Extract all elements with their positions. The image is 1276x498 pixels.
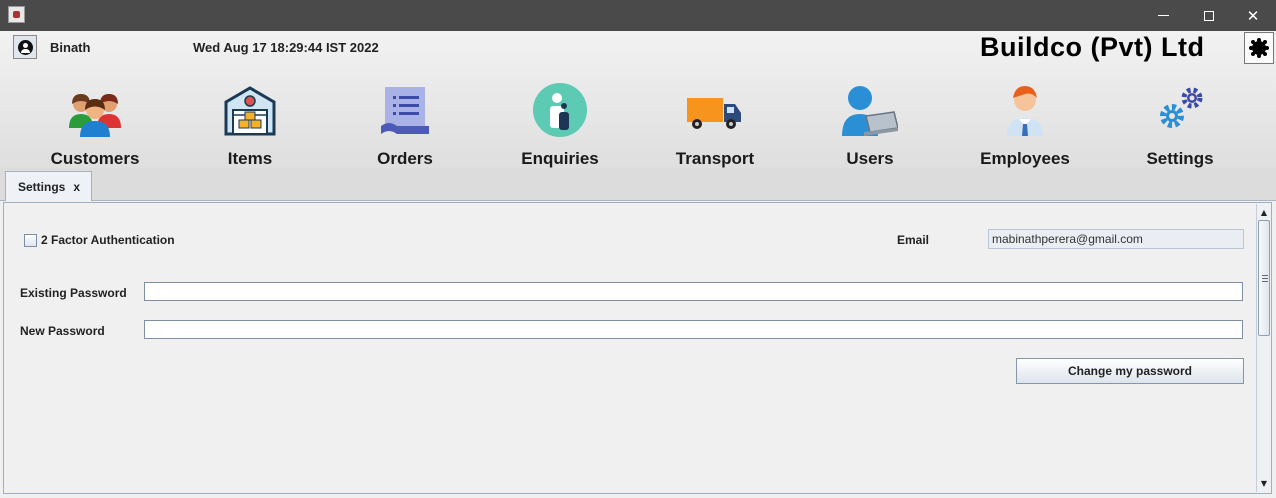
scroll-thumb[interactable] xyxy=(1258,220,1270,336)
two-factor-label: 2 Factor Authentication xyxy=(41,233,175,247)
tab-settings[interactable]: Settings x xyxy=(5,171,92,201)
nav-label: Settings xyxy=(1146,149,1214,168)
existing-password-field[interactable] xyxy=(144,282,1243,301)
nav-transport[interactable]: Transport xyxy=(640,31,790,171)
nav-settings[interactable]: Settings xyxy=(1105,31,1255,171)
tab-close-button[interactable]: x xyxy=(73,180,80,194)
tab-label: Settings xyxy=(18,179,66,194)
close-window-button[interactable]: ✕ xyxy=(1230,0,1276,31)
minimize-icon xyxy=(1157,15,1169,16)
window-titlebar: ✕ xyxy=(0,0,1276,31)
nav-label: Employees xyxy=(980,149,1070,168)
nav-employees[interactable]: Employees xyxy=(950,31,1100,171)
orders-document-icon xyxy=(381,87,429,134)
new-password-field[interactable] xyxy=(144,320,1243,339)
info-icon xyxy=(533,83,587,137)
truck-icon xyxy=(687,98,741,129)
nav-label: Users xyxy=(846,149,894,168)
maximize-button[interactable] xyxy=(1186,0,1232,31)
app-icon xyxy=(8,6,25,23)
user-laptop-icon xyxy=(842,86,898,136)
nav-label: Customers xyxy=(50,149,140,168)
gears-icon xyxy=(1160,87,1203,128)
vertical-scrollbar[interactable]: ▲ ▼ xyxy=(1256,204,1271,492)
nav-label: Enquiries xyxy=(521,149,599,168)
nav-label: Items xyxy=(227,149,273,168)
employee-icon xyxy=(1007,86,1043,136)
close-icon: ✕ xyxy=(1246,6,1260,25)
nav-orders[interactable]: Orders xyxy=(330,31,480,171)
email-field: mabinathperera@gmail.com xyxy=(988,229,1244,249)
two-factor-checkbox[interactable] xyxy=(24,234,37,247)
minimize-button[interactable] xyxy=(1140,0,1186,31)
app-header: Binath Wed Aug 17 18:29:44 IST 2022 Buil… xyxy=(0,31,1276,171)
warehouse-icon xyxy=(224,86,276,136)
nav-label: Orders xyxy=(377,149,433,168)
nav-customers[interactable]: Customers xyxy=(20,31,170,171)
maximize-icon xyxy=(1204,10,1214,21)
nav-enquiries[interactable]: Enquiries xyxy=(485,31,635,171)
nav-users[interactable]: Users xyxy=(795,31,945,171)
scroll-down-arrow-icon[interactable]: ▼ xyxy=(1257,476,1271,490)
settings-panel: 2 Factor Authentication Email mabinathpe… xyxy=(3,202,1272,494)
tab-strip: Settings x xyxy=(0,168,1276,201)
new-password-label: New Password xyxy=(20,324,105,338)
existing-password-label: Existing Password xyxy=(20,286,127,300)
scroll-up-arrow-icon[interactable]: ▲ xyxy=(1257,205,1271,219)
nav-label: Transport xyxy=(675,149,755,168)
customers-icon xyxy=(69,94,121,137)
email-label: Email xyxy=(897,233,930,247)
change-password-button[interactable]: Change my password xyxy=(1016,358,1244,384)
nav-items[interactable]: Items xyxy=(175,31,325,171)
